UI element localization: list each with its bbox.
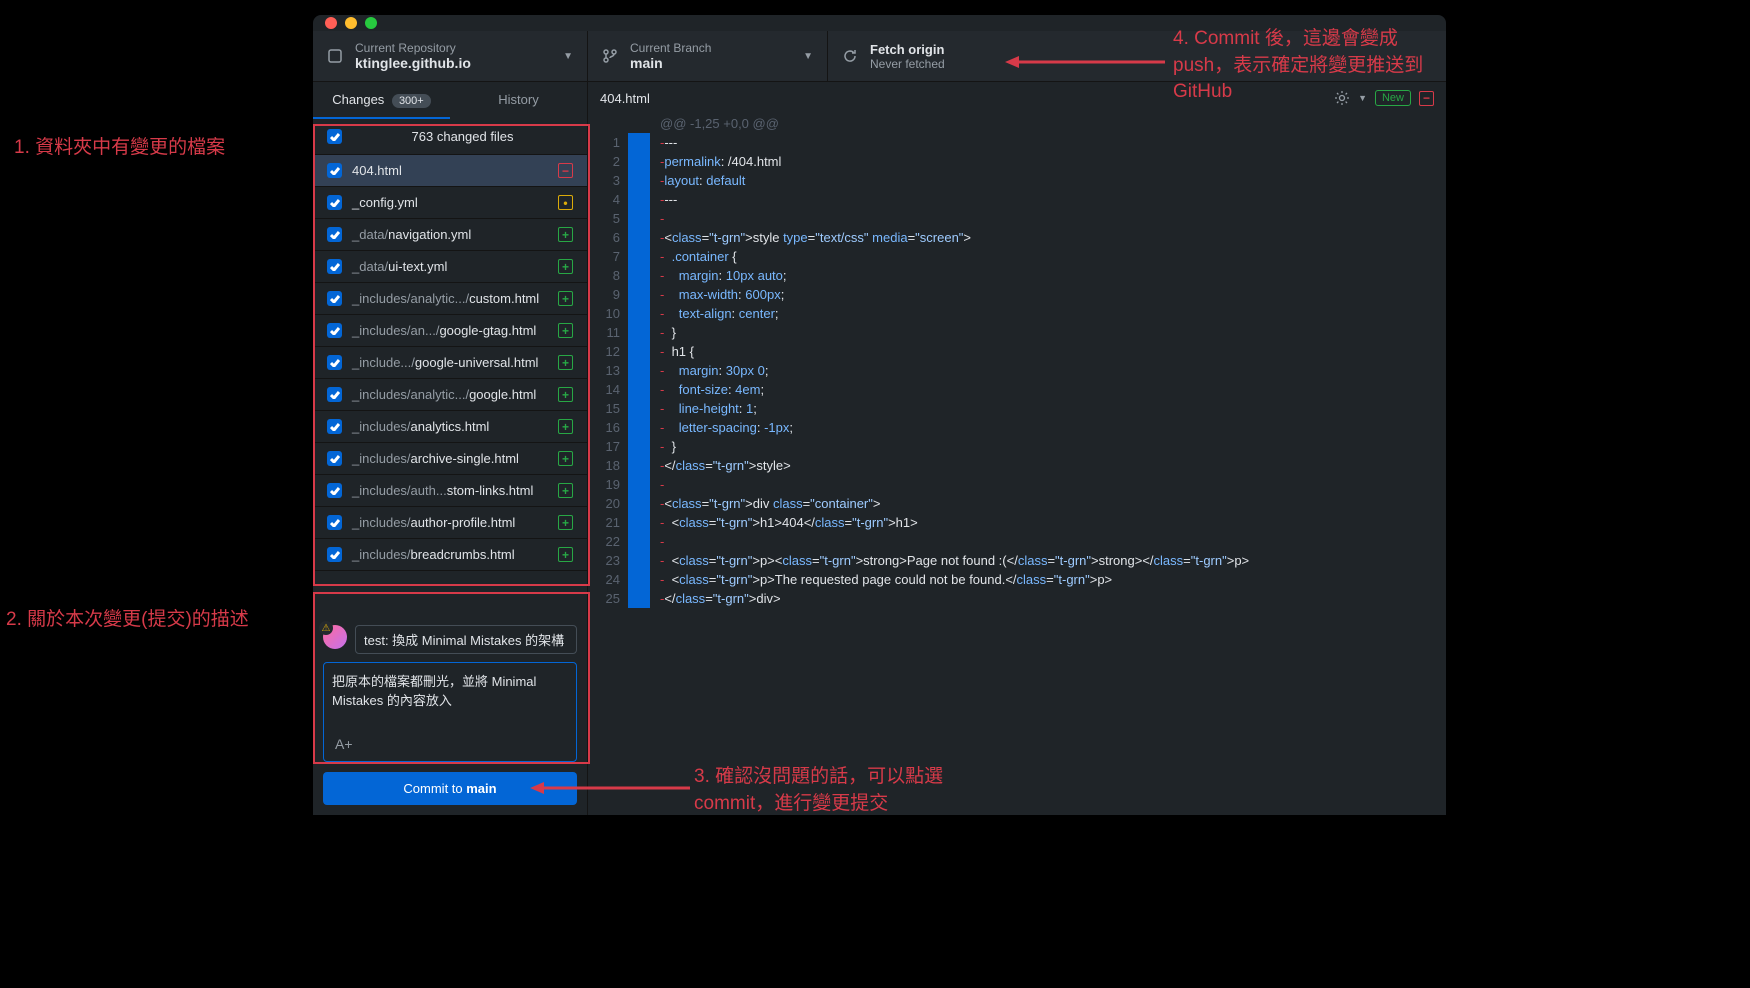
file-checkbox[interactable] [327, 163, 342, 178]
file-item[interactable]: _includes/auth...stom-links.html+ [313, 475, 587, 507]
chevron-down-icon: ▼ [563, 51, 573, 62]
maximize-window-button[interactable] [365, 17, 377, 29]
file-item[interactable]: _includes/archive-single.html+ [313, 443, 587, 475]
tab-changes[interactable]: Changes 300+ [313, 82, 450, 119]
sync-icon [842, 48, 858, 64]
editor-filename: 404.html [600, 91, 650, 106]
annotation-4: 4. Commit 後，這邊會變成 push，表示確定將變更推送到 GitHub [1173, 26, 1433, 106]
status-icon: + [558, 451, 573, 466]
status-icon: + [558, 483, 573, 498]
branch-label: Current Branch [630, 41, 711, 55]
status-icon: + [558, 259, 573, 274]
file-checkbox[interactable] [327, 323, 342, 338]
sidebar-tabs: Changes 300+ History [313, 82, 587, 119]
file-checkbox[interactable] [327, 291, 342, 306]
status-icon: • [558, 195, 573, 210]
status-icon: + [558, 547, 573, 562]
branch-icon [602, 48, 618, 64]
add-coauthor-button[interactable]: A+ [331, 732, 577, 752]
diff-editor: 404.html ▼ New − @@ -1,25 +0,0 @@1----2-… [588, 82, 1446, 815]
status-icon: + [558, 515, 573, 530]
file-checkbox[interactable] [327, 547, 342, 562]
arrow-4 [1005, 52, 1170, 72]
status-icon: + [558, 323, 573, 338]
file-checkbox[interactable] [327, 515, 342, 530]
file-item[interactable]: _includes/analytic.../google.html+ [313, 379, 587, 411]
file-checkbox[interactable] [327, 355, 342, 370]
file-item[interactable]: _includes/an.../google-gtag.html+ [313, 315, 587, 347]
github-desktop-window: Current Repository ktinglee.github.io ▼ … [313, 15, 1446, 815]
fetch-sub: Never fetched [870, 57, 945, 71]
select-all-checkbox[interactable] [327, 129, 342, 144]
annotation-1: 1. 資料夾中有變更的檔案 [14, 135, 225, 162]
annotation-2: 2. 關於本次變更(提交)的描述 [6, 607, 249, 634]
annotation-3: 3. 確認沒問題的話，可以點選 commit，進行變更提交 [694, 764, 944, 817]
file-item[interactable]: 404.html− [313, 155, 587, 187]
branch-name: main [630, 55, 711, 71]
commit-summary-input[interactable] [355, 625, 577, 654]
file-item[interactable]: _data/ui-text.yml+ [313, 251, 587, 283]
file-checkbox[interactable] [327, 195, 342, 210]
chevron-down-icon: ▼ [803, 51, 813, 62]
status-icon: + [558, 387, 573, 402]
changes-summary[interactable]: 763 changed files [313, 119, 587, 155]
file-item[interactable]: _includes/analytic.../custom.html+ [313, 283, 587, 315]
file-checkbox[interactable] [327, 419, 342, 434]
branch-dropdown[interactable]: Current Branch main ▼ [588, 31, 828, 81]
file-checkbox[interactable] [327, 451, 342, 466]
file-item[interactable]: _includes/breadcrumbs.html+ [313, 539, 587, 571]
close-window-button[interactable] [325, 17, 337, 29]
file-list: 404.html−_config.yml•_data/navigation.ym… [313, 155, 587, 615]
status-icon: + [558, 291, 573, 306]
tab-history[interactable]: History [450, 82, 587, 119]
file-item[interactable]: _includes/analytics.html+ [313, 411, 587, 443]
repo-label: Current Repository [355, 41, 471, 55]
arrow-3 [530, 778, 695, 798]
file-checkbox[interactable] [327, 227, 342, 242]
status-icon: + [558, 419, 573, 434]
file-item[interactable]: _includes/author-profile.html+ [313, 507, 587, 539]
repo-name: ktinglee.github.io [355, 55, 471, 71]
changes-count-badge: 300+ [392, 94, 431, 108]
file-item[interactable]: _config.yml• [313, 187, 587, 219]
fetch-title: Fetch origin [870, 42, 945, 57]
file-checkbox[interactable] [327, 387, 342, 402]
file-checkbox[interactable] [327, 483, 342, 498]
minimize-window-button[interactable] [345, 17, 357, 29]
file-item[interactable]: _data/navigation.yml+ [313, 219, 587, 251]
status-icon: − [558, 163, 573, 178]
repo-icon [327, 48, 343, 64]
sidebar: Changes 300+ History 763 changed files 4… [313, 82, 588, 815]
status-icon: + [558, 355, 573, 370]
file-item[interactable]: _include.../google-universal.html+ [313, 347, 587, 379]
avatar [323, 625, 347, 649]
file-checkbox[interactable] [327, 259, 342, 274]
diff-content[interactable]: @@ -1,25 +0,0 @@1----2-permalink: /404.h… [588, 114, 1446, 815]
repository-dropdown[interactable]: Current Repository ktinglee.github.io ▼ [313, 31, 588, 81]
status-icon: + [558, 227, 573, 242]
